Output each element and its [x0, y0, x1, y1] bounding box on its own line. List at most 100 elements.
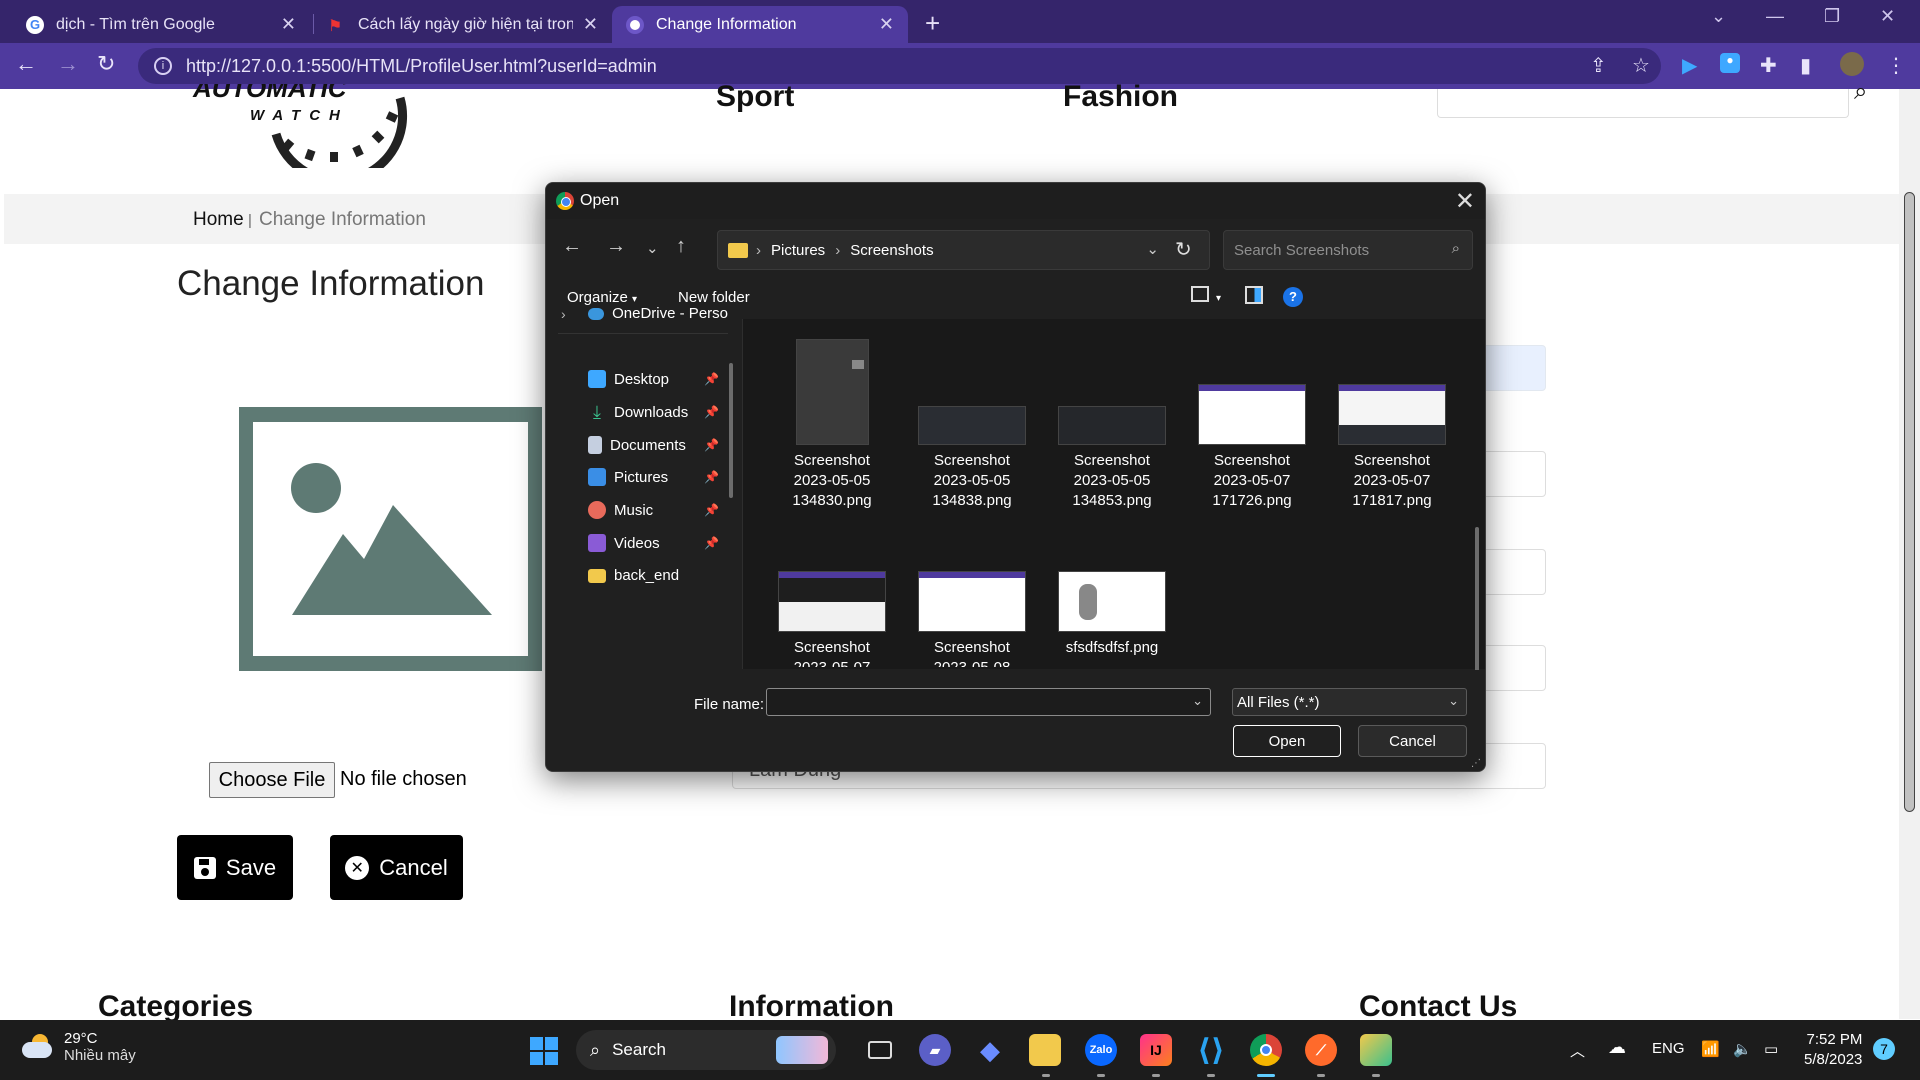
site-search-input[interactable]: [1437, 89, 1849, 118]
refresh-icon[interactable]: ↻: [1175, 237, 1192, 262]
pin-icon: 📌: [704, 405, 719, 419]
wifi-icon[interactable]: 📶: [1701, 1040, 1720, 1058]
extensions-puzzle-icon[interactable]: ✚: [1760, 53, 1777, 78]
resize-grip-icon[interactable]: ⋰: [1471, 758, 1481, 769]
intellij-icon[interactable]: IJ: [1140, 1034, 1172, 1066]
file-item[interactable]: sfsdfsdfsf.png: [1047, 571, 1177, 658]
dialog-cancel-button[interactable]: Cancel: [1358, 725, 1467, 757]
tab-article[interactable]: ⚑ Cách lấy ngày giờ hiện tại trong J ✕: [314, 6, 612, 43]
file-item[interactable]: Screenshot 2023-05-07 171817.png: [1327, 384, 1457, 511]
path-segment-pictures[interactable]: Pictures: [771, 242, 825, 259]
close-tab-icon[interactable]: ✕: [879, 14, 894, 35]
nav-item-downloads[interactable]: ⤓ Downloads: [588, 403, 688, 421]
close-tab-icon[interactable]: ✕: [281, 14, 296, 35]
extension-play-icon[interactable]: ▶: [1682, 53, 1697, 78]
forward-icon[interactable]: →: [57, 51, 79, 77]
minimize-icon[interactable]: —: [1766, 6, 1784, 27]
file-item[interactable]: Screenshot2023-05-07: [767, 571, 897, 667]
new-tab-icon[interactable]: +: [925, 8, 940, 39]
nav-link-fashion[interactable]: Fashion: [1063, 80, 1178, 114]
system-clock[interactable]: 7:52 PM 5/8/2023: [1804, 1030, 1862, 1070]
nav-item-desktop[interactable]: Desktop: [588, 370, 669, 388]
editor-app-icon[interactable]: [1360, 1034, 1392, 1066]
bookmark-star-icon[interactable]: ☆: [1632, 53, 1650, 78]
nav-item-documents[interactable]: Documents: [588, 436, 686, 454]
profile-avatar[interactable]: [1840, 52, 1864, 76]
cancel-button[interactable]: ✕ Cancel: [330, 835, 463, 900]
view-options-icon[interactable]: [1191, 286, 1209, 302]
tab-change-information[interactable]: Change Information ✕: [612, 6, 908, 43]
preview-pane-icon[interactable]: [1245, 286, 1263, 304]
search-icon[interactable]: ⌕: [1854, 78, 1867, 106]
language-indicator[interactable]: ENG: [1652, 1040, 1685, 1057]
scrollbar-thumb[interactable]: [1904, 192, 1915, 812]
up-folder-icon[interactable]: ↑: [676, 235, 686, 258]
reload-icon[interactable]: ↻: [97, 51, 115, 77]
organize-menu[interactable]: Organize ▾: [567, 289, 637, 306]
chevron-up-icon[interactable]: ︿: [1570, 1040, 1585, 1061]
nav-item-onedrive[interactable]: OneDrive - Perso: [588, 305, 728, 322]
view-chevron-icon[interactable]: ▾: [1216, 293, 1221, 304]
site-logo[interactable]: AUTOMATIC WATCH: [188, 73, 408, 186]
help-icon[interactable]: ?: [1283, 287, 1303, 307]
share-icon[interactable]: ⇪: [1590, 53, 1607, 78]
file-item[interactable]: Screenshot 2023-05-07 171726.png: [1187, 384, 1317, 511]
address-path-bar[interactable]: › Pictures › Screenshots ⌄: [717, 230, 1210, 270]
file-item[interactable]: Screenshot 2023-05-05 134853.png: [1047, 406, 1177, 511]
file-item[interactable]: Screenshot2023-05-08: [907, 571, 1037, 667]
menu-kebab-icon[interactable]: ⋮: [1886, 53, 1906, 78]
nav-item-videos[interactable]: Videos: [588, 534, 660, 552]
extension-drop-icon[interactable]: ●: [1720, 53, 1740, 73]
search-input[interactable]: Search Screenshots ⌕: [1223, 230, 1473, 270]
address-bar[interactable]: i http://127.0.0.1:5500/HTML/ProfileUser…: [138, 48, 1661, 84]
copilot-icon[interactable]: ◆: [974, 1034, 1006, 1066]
file-item[interactable]: Screenshot 2023-05-05 134830.png: [767, 339, 897, 511]
page-scrollbar[interactable]: [1899, 89, 1920, 1019]
weather-widget[interactable]: 29°C Nhiều mây: [22, 1030, 136, 1064]
choose-file-button[interactable]: Choose File: [209, 762, 335, 798]
onedrive-cloud-icon[interactable]: ☁: [1608, 1037, 1626, 1058]
tab-google[interactable]: G dịch - Tìm trên Google ✕: [12, 6, 310, 43]
chevron-down-icon[interactable]: ⌄: [1711, 6, 1726, 27]
battery-icon[interactable]: ▭: [1764, 1040, 1778, 1058]
close-window-icon[interactable]: ✕: [1880, 6, 1895, 27]
url-text: http://127.0.0.1:5500/HTML/ProfileUser.h…: [186, 55, 657, 76]
taskbar-search[interactable]: ⌕ Search: [576, 1030, 836, 1070]
chevron-down-icon[interactable]: ⌄: [1192, 693, 1203, 709]
path-segment-screenshots[interactable]: Screenshots: [850, 242, 933, 259]
forward-icon[interactable]: →: [606, 235, 626, 258]
vscode-icon[interactable]: ⟨⟩: [1195, 1034, 1227, 1067]
notification-badge[interactable]: 7: [1873, 1038, 1895, 1060]
info-icon[interactable]: i: [154, 57, 172, 75]
nav-item-music[interactable]: Music: [588, 501, 653, 519]
file-item[interactable]: Screenshot 2023-05-05 134838.png: [907, 406, 1037, 511]
temperature: 29°C: [64, 1030, 98, 1047]
breadcrumb-home[interactable]: Home: [193, 209, 244, 231]
teams-chat-icon[interactable]: ▰: [919, 1034, 951, 1066]
nav-pane-scrollbar[interactable]: [729, 363, 733, 498]
task-view-icon[interactable]: [864, 1034, 896, 1066]
file-explorer-icon[interactable]: [1029, 1034, 1061, 1066]
chevron-down-icon[interactable]: ⌄: [1146, 240, 1159, 258]
back-icon[interactable]: ←: [15, 51, 37, 77]
close-tab-icon[interactable]: ✕: [583, 14, 598, 35]
side-panel-icon[interactable]: ▮: [1800, 53, 1811, 78]
expand-chevron-icon[interactable]: ›: [561, 306, 566, 322]
file-name-input[interactable]: ⌄: [766, 688, 1211, 716]
new-folder-button[interactable]: New folder: [678, 289, 750, 306]
volume-icon[interactable]: 🔈: [1733, 1040, 1752, 1058]
back-icon[interactable]: ←: [562, 235, 582, 258]
postman-icon[interactable]: ⟋: [1305, 1034, 1337, 1066]
start-windows-icon[interactable]: [530, 1037, 558, 1065]
nav-link-sport[interactable]: Sport: [716, 80, 794, 114]
nav-item-back-end[interactable]: back_end: [588, 567, 679, 584]
nav-item-pictures[interactable]: Pictures: [588, 468, 668, 486]
chrome-icon[interactable]: [1250, 1034, 1282, 1066]
open-button[interactable]: Open: [1233, 725, 1341, 757]
file-type-select[interactable]: All Files (*.*) ⌄: [1232, 688, 1467, 716]
close-icon[interactable]: ✕: [1455, 187, 1475, 216]
restore-icon[interactable]: ❐: [1824, 6, 1840, 27]
zalo-icon[interactable]: Zalo: [1085, 1034, 1117, 1066]
recent-locations-icon[interactable]: ⌄: [646, 239, 659, 257]
save-button[interactable]: Save: [177, 835, 293, 900]
